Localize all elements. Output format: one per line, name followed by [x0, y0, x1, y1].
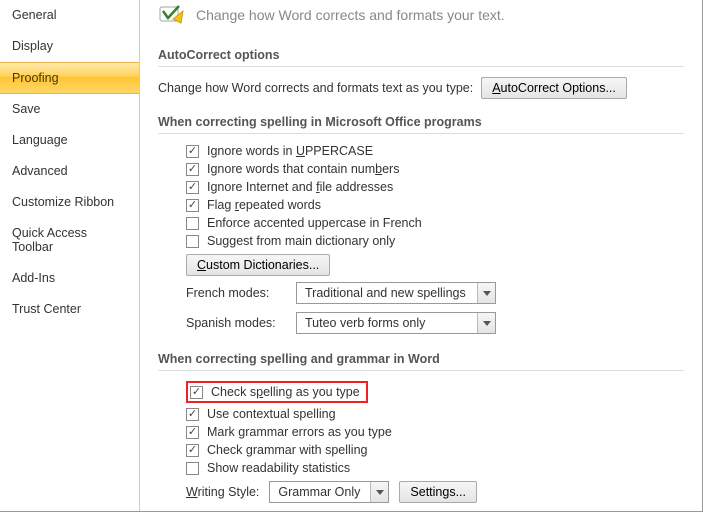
sidebar-item-language[interactable]: Language	[0, 125, 139, 156]
sidebar: General Display Proofing Save Language A…	[0, 0, 140, 511]
label-main-dict: Suggest from main dictionary only	[207, 234, 395, 248]
word-checks: Check spelling as you type Use contextua…	[158, 379, 684, 511]
sidebar-item-quick-access[interactable]: Quick Access Toolbar	[0, 218, 139, 263]
label-contextual-spelling: Use contextual spelling	[207, 407, 336, 421]
autocorrect-options-button[interactable]: AutoCorrect Options...	[481, 77, 627, 99]
label-flag-repeated: Flag repeated words	[207, 198, 321, 212]
sidebar-item-customize-ribbon[interactable]: Customize Ribbon	[0, 187, 139, 218]
french-modes-select[interactable]: Traditional and new spellings	[296, 282, 496, 304]
spanish-modes-select[interactable]: Tuteo verb forms only	[296, 312, 496, 334]
settings-button[interactable]: Settings...	[399, 481, 477, 503]
sidebar-item-general[interactable]: General	[0, 0, 139, 31]
label-ignore-uppercase: Ignore words in UPPERCASE	[207, 144, 373, 158]
check-main-dict[interactable]	[186, 235, 199, 248]
writing-style-label: Writing Style:	[186, 485, 259, 499]
check-contextual-spelling[interactable]	[186, 408, 199, 421]
check-spelling-as-type[interactable]	[190, 386, 203, 399]
label-ignore-internet: Ignore Internet and file addresses	[207, 180, 393, 194]
label-ignore-numbers: Ignore words that contain numbers	[207, 162, 399, 176]
label-grammar-with-spelling: Check grammar with spelling	[207, 443, 367, 457]
highlight-check-spelling: Check spelling as you type	[186, 381, 368, 403]
check-grammar-with-spelling[interactable]	[186, 444, 199, 457]
check-readability[interactable]	[186, 462, 199, 475]
header-text: Change how Word corrects and formats you…	[196, 7, 505, 23]
check-ignore-numbers[interactable]	[186, 163, 199, 176]
check-ignore-uppercase[interactable]	[186, 145, 199, 158]
sidebar-item-save[interactable]: Save	[0, 94, 139, 125]
check-flag-repeated[interactable]	[186, 199, 199, 212]
section-word-title: When correcting spelling and grammar in …	[158, 346, 684, 371]
check-french-accent[interactable]	[186, 217, 199, 230]
sidebar-item-proofing[interactable]: Proofing	[0, 62, 139, 94]
sidebar-item-advanced[interactable]: Advanced	[0, 156, 139, 187]
check-ignore-internet[interactable]	[186, 181, 199, 194]
spanish-modes-label: Spanish modes:	[186, 316, 286, 330]
main-panel: Change how Word corrects and formats you…	[140, 0, 702, 511]
custom-dictionaries-button[interactable]: Custom Dictionaries...	[186, 254, 330, 276]
label-readability: Show readability statistics	[207, 461, 350, 475]
chevron-down-icon	[477, 313, 495, 333]
autocorrect-desc: Change how Word corrects and formats tex…	[158, 81, 473, 95]
french-modes-label: French modes:	[186, 286, 286, 300]
office-checks: Ignore words in UPPERCASE Ignore words t…	[158, 142, 684, 338]
section-autocorrect-title: AutoCorrect options	[158, 42, 684, 67]
label-french-accent: Enforce accented uppercase in French	[207, 216, 422, 230]
check-grammar-as-type[interactable]	[186, 426, 199, 439]
sidebar-item-addins[interactable]: Add-Ins	[0, 263, 139, 294]
sidebar-item-trust-center[interactable]: Trust Center	[0, 294, 139, 325]
section-office-title: When correcting spelling in Microsoft Of…	[158, 109, 684, 134]
label-spelling-as-type: Check spelling as you type	[211, 385, 360, 399]
writing-style-select[interactable]: Grammar Only	[269, 481, 389, 503]
proofing-icon	[158, 4, 186, 26]
label-grammar-as-type: Mark grammar errors as you type	[207, 425, 392, 439]
chevron-down-icon	[477, 283, 495, 303]
chevron-down-icon	[370, 482, 388, 502]
sidebar-item-display[interactable]: Display	[0, 31, 139, 62]
